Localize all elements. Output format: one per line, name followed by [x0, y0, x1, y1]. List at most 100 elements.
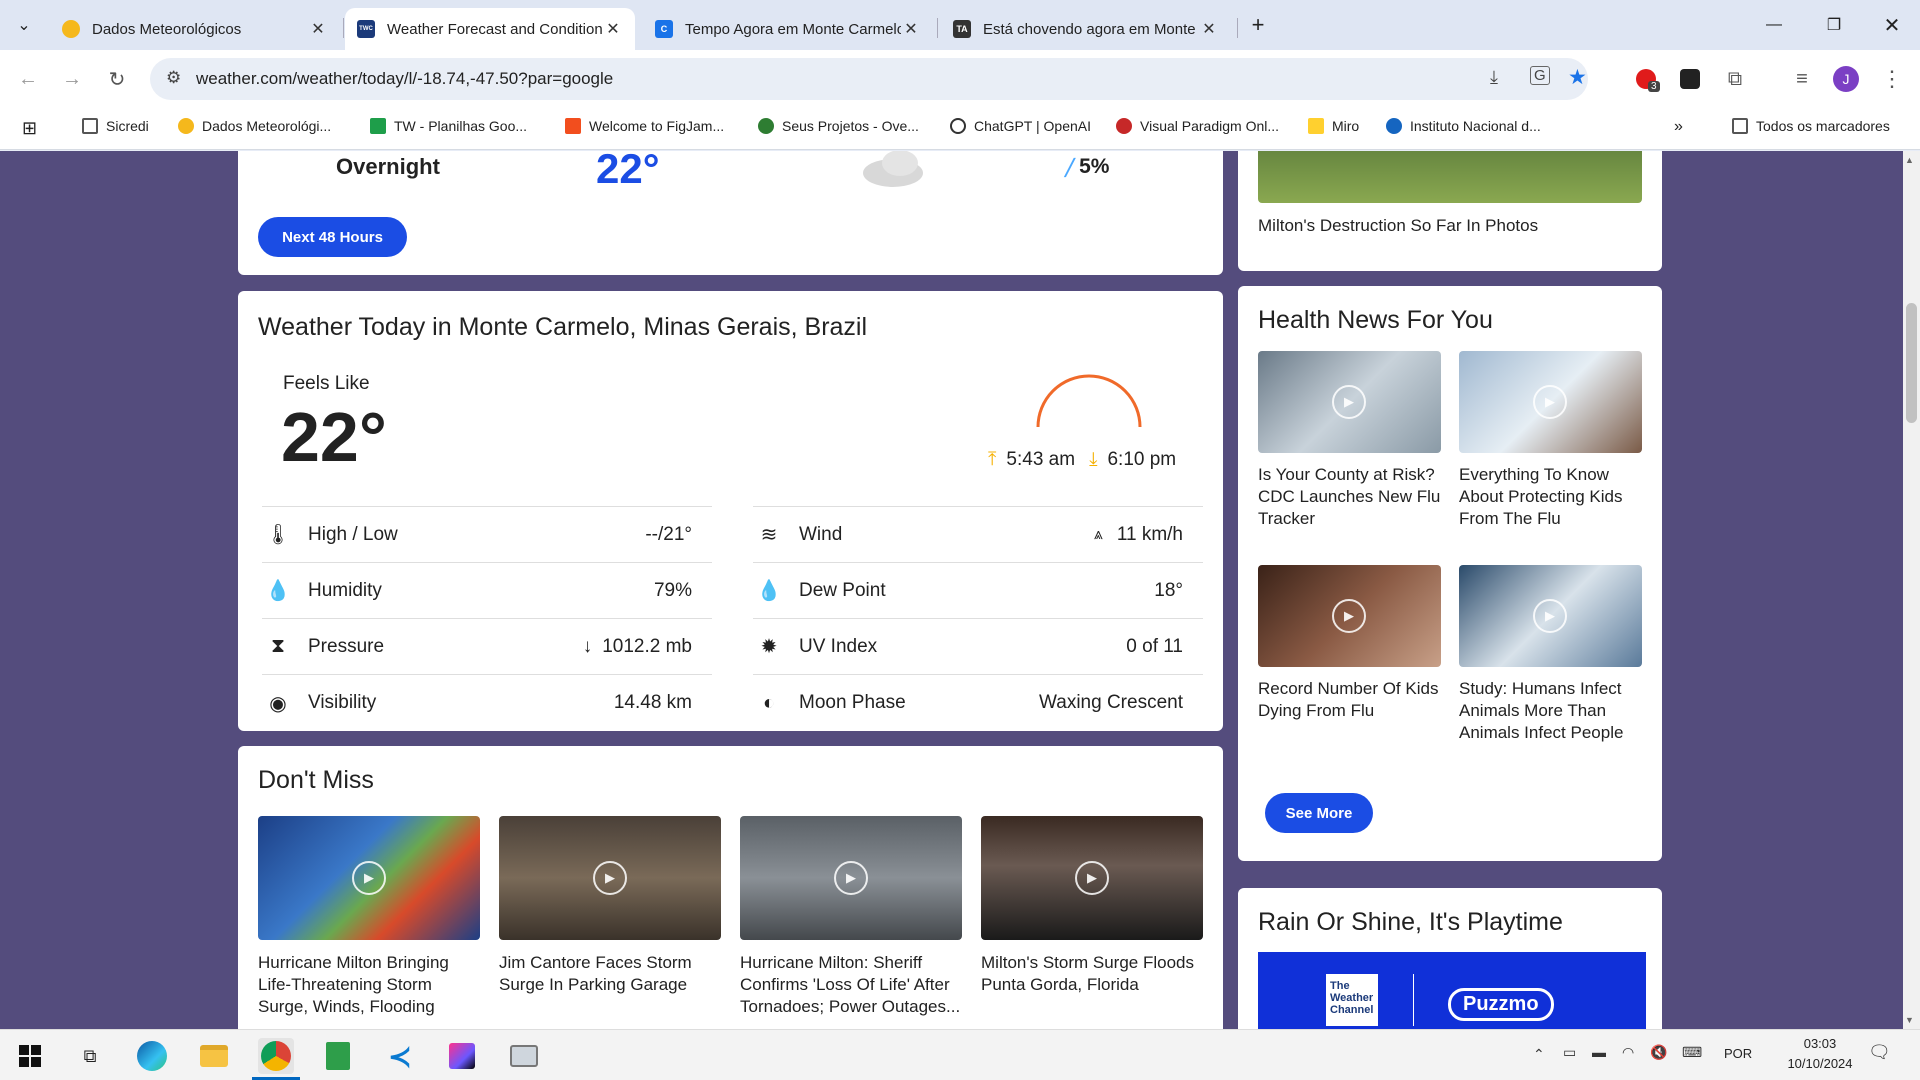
video-thumbnail[interactable]: ▶ [1459, 565, 1642, 667]
video-caption[interactable]: Hurricane Milton: Sheriff Confirms 'Loss… [740, 952, 962, 1018]
chevron-up-icon[interactable]: ⌃ [1533, 1046, 1545, 1063]
vscode-icon[interactable]: ≺ [382, 1038, 418, 1074]
tab-tempo-agora[interactable]: C Tempo Agora em Monte Carmelo ✕ [643, 8, 933, 50]
bookmark-inmet[interactable]: Instituto Nacional d... [1386, 118, 1541, 134]
video-thumbnail[interactable]: ▶ [981, 816, 1203, 940]
profile-button[interactable]: J [1830, 63, 1862, 95]
next-48-hours-button[interactable]: Next 48 Hours [258, 217, 407, 257]
video-thumbnail[interactable]: ▶ [499, 816, 721, 940]
media-button[interactable]: ≡ [1786, 63, 1818, 95]
bookmark-visual-paradigm[interactable]: Visual Paradigm Onl... [1116, 118, 1279, 134]
bookmark-label: Sicredi [106, 118, 149, 134]
video-caption[interactable]: Milton's Storm Surge Floods Punta Gorda,… [981, 952, 1203, 996]
translate-icon[interactable]: G [1530, 66, 1550, 85]
wifi-icon[interactable]: ◠ [1622, 1044, 1634, 1061]
bookmark-planilhas[interactable]: TW - Planilhas Goo... [370, 118, 527, 134]
video-caption[interactable]: Jim Cantore Faces Storm Surge In Parking… [499, 952, 721, 996]
scroll-down-icon[interactable]: ▼ [1905, 1015, 1914, 1025]
bookmark-miro[interactable]: Miro [1308, 118, 1359, 134]
notepad-app-icon[interactable] [320, 1038, 356, 1074]
notification-icon[interactable]: 🗨 [1868, 1042, 1891, 1063]
bookmark-sicredi[interactable]: Sicredi [82, 118, 149, 134]
app-icon[interactable] [506, 1038, 542, 1074]
close-icon[interactable]: ✕ [901, 19, 921, 39]
health-caption[interactable]: Everything To Know About Protecting Kids… [1459, 464, 1642, 530]
extensions-button[interactable]: ⧉ [1719, 63, 1751, 95]
gallery-caption[interactable]: Milton's Destruction So Far In Photos [1258, 215, 1642, 237]
all-bookmarks[interactable]: Todos os marcadores [1732, 118, 1890, 134]
video-thumbnail[interactable]: ▶ [1258, 351, 1441, 453]
video-thumbnail[interactable]: ▶ [1258, 565, 1441, 667]
close-icon[interactable]: ✕ [308, 19, 328, 39]
back-button[interactable]: ← [12, 63, 44, 95]
tab-search-button[interactable]: ⌄ [0, 8, 48, 42]
row-label: High / Low [308, 523, 398, 545]
health-caption[interactable]: Is Your County at Risk? CDC Launches New… [1258, 464, 1441, 530]
bookmark-projetos[interactable]: Seus Projetos - Ove... [758, 118, 919, 134]
page-content: Overnight 22° ╱ 5% Next 48 Hours Weather… [0, 151, 1903, 1029]
close-icon[interactable]: ✕ [603, 19, 623, 39]
window-app-logo [510, 1045, 538, 1067]
bookmark-star-icon[interactable]: ★ [1568, 65, 1587, 90]
row-label: Visibility [308, 692, 377, 713]
close-window-button[interactable]: ✕ [1864, 8, 1920, 42]
extension-button[interactable]: 3 [1630, 63, 1662, 95]
url-text[interactable]: weather.com/weather/today/l/-18.74,-47.5… [196, 69, 613, 89]
keyboard-icon[interactable]: ⌨ [1682, 1044, 1702, 1061]
close-icon[interactable]: ✕ [1199, 19, 1219, 39]
windows-start-icon[interactable] [12, 1038, 48, 1074]
more-bookmarks-icon[interactable]: » [1674, 118, 1683, 136]
clock-time[interactable]: 03:03 [1790, 1036, 1850, 1051]
see-more-button[interactable]: See More [1265, 793, 1373, 833]
video-caption[interactable]: Hurricane Milton Bringing Life-Threateni… [258, 952, 480, 1018]
tablet-icon[interactable]: ▭ [1563, 1044, 1576, 1061]
thermometer-icon: 🌡 [265, 524, 291, 546]
edge-icon[interactable] [134, 1038, 170, 1074]
scroll-up-icon[interactable]: ▲ [1905, 155, 1914, 165]
new-tab-button[interactable]: + [1230, 8, 1286, 42]
video-thumbnail[interactable]: ▶ [1459, 351, 1642, 453]
extension-icon [1680, 69, 1700, 89]
menu-button[interactable]: ⋮ [1876, 63, 1908, 95]
install-app-icon[interactable]: ⤓ [1490, 67, 1498, 88]
file-explorer-icon[interactable] [196, 1038, 232, 1074]
gallery-image[interactable] [1258, 151, 1642, 203]
puzzmo-banner[interactable]: The Weather Channel Puzzmo [1258, 952, 1646, 1029]
wind-icon: ≋ [760, 524, 778, 546]
intellij-icon[interactable] [444, 1038, 480, 1074]
climatempo-icon: C [655, 20, 673, 38]
tab-dados-meteorologicos[interactable]: Dados Meteorológicos ✕ [50, 8, 340, 50]
forward-button[interactable]: → [56, 63, 88, 95]
tab-esta-chovendo[interactable]: TA Está chovendo agora em Monte Carmelo … [941, 8, 1231, 50]
video-thumbnail[interactable]: ▶ [258, 816, 480, 940]
health-caption[interactable]: Record Number Of Kids Dying From Flu [1258, 678, 1441, 722]
bookmark-label: ChatGPT | OpenAI [974, 118, 1091, 134]
clock-date[interactable]: 10/10/2024 [1770, 1056, 1870, 1071]
reload-button[interactable]: ↻ [101, 63, 133, 95]
speaker-muted-icon[interactable]: 🔇 [1650, 1044, 1667, 1061]
tab-title: Weather Forecast and Conditions [387, 20, 603, 38]
input-language[interactable]: POR [1724, 1046, 1752, 1061]
wind-direction-icon: ⩓ [1093, 525, 1103, 543]
health-caption[interactable]: Study: Humans Infect Animals More Than A… [1459, 678, 1642, 744]
openai-icon [950, 118, 966, 134]
site-settings-icon[interactable]: ⚙ [166, 68, 181, 88]
scrollbar-thumb[interactable] [1906, 303, 1917, 423]
restore-button[interactable]: ❐ [1806, 8, 1862, 42]
bookmark-label: Dados Meteorológi... [202, 118, 332, 134]
page-scrollbar[interactable]: ▲ ▼ [1903, 151, 1920, 1029]
video-thumbnail[interactable]: ▶ [740, 816, 962, 940]
minimize-button[interactable]: — [1746, 8, 1802, 42]
row-value: Waxing Crescent [1039, 692, 1183, 713]
precip-value: 5% [1079, 155, 1110, 178]
battery-icon[interactable]: ▬ [1592, 1044, 1606, 1060]
tab-weather-forecast[interactable]: TWC Weather Forecast and Conditions ✕ [345, 8, 635, 50]
task-view-icon[interactable]: ⧉ [72, 1038, 108, 1074]
bookmark-figjam[interactable]: Welcome to FigJam... [565, 118, 724, 134]
bookmark-chatgpt[interactable]: ChatGPT | OpenAI [950, 118, 1091, 134]
chrome-icon[interactable] [258, 1038, 294, 1074]
extension-2-button[interactable] [1674, 63, 1706, 95]
apps-icon[interactable]: ⊞ [22, 118, 37, 139]
bookmark-dados[interactable]: Dados Meteorológi... [178, 118, 331, 134]
address-bar[interactable]: ⚙ weather.com/weather/today/l/-18.74,-47… [150, 58, 1588, 100]
